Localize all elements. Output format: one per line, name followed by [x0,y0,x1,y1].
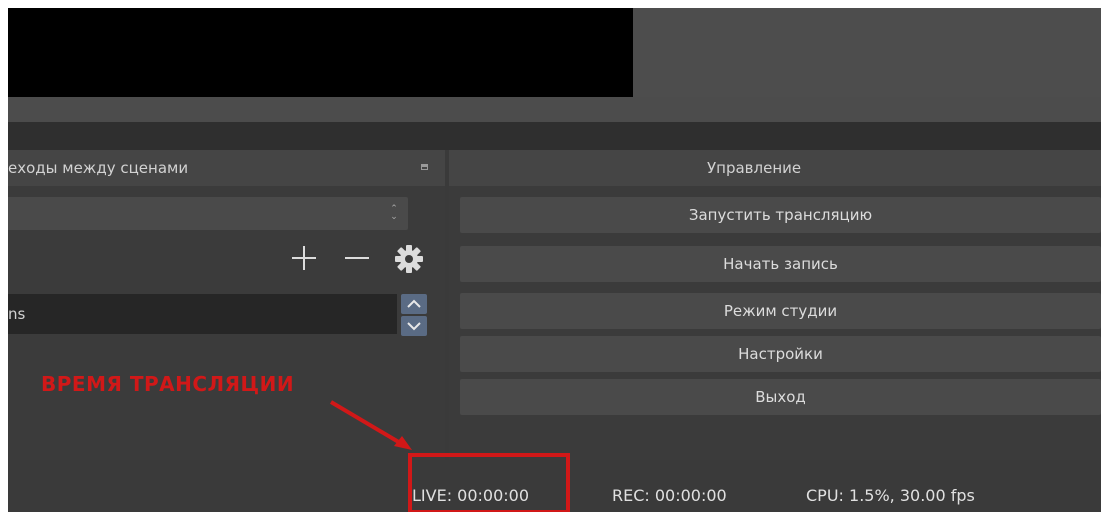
spin-up-button[interactable] [401,294,427,314]
obs-window: еходы между сценами ⌃ ⌄ ns Управление За… [8,8,1101,512]
annotation-label: ВРЕМЯ ТРАНСЛЯЦИИ [41,372,295,396]
start-recording-button[interactable]: Начать запись [460,246,1101,282]
transitions-dock-title: еходы между сценами [8,159,189,177]
spin-icon: ⌃ ⌄ [390,204,398,222]
start-streaming-button[interactable]: Запустить трансляцию [460,197,1101,233]
plus-icon[interactable] [292,246,316,270]
studio-mode-button[interactable]: Режим студии [460,293,1101,329]
transition-select[interactable]: ⌃ ⌄ [8,197,408,230]
cpu-fps: CPU: 1.5%, 30.00 fps [806,486,975,505]
duration-spinner[interactable] [401,294,427,336]
exit-button[interactable]: Выход [460,379,1101,415]
controls-dock-header: Управление [449,150,1101,186]
float-icon[interactable] [421,164,428,170]
duration-value: ns [8,305,26,323]
transitions-dock-header: еходы между сценами [8,150,445,186]
live-timer: LIVE: 00:00:00 [412,486,530,505]
rec-timer: REC: 00:00:00 [612,486,727,505]
settings-button[interactable]: Настройки [460,336,1101,372]
preview-bottom-strip [8,97,1101,122]
gear-icon[interactable] [394,244,424,274]
preview-canvas [8,8,633,97]
minus-icon[interactable] [345,246,369,270]
preview-area [8,8,1101,122]
duration-input[interactable]: ns [8,294,397,334]
dock-separator [8,122,1101,150]
spin-down-button[interactable] [401,316,427,336]
controls-dock-title: Управление [707,159,802,177]
